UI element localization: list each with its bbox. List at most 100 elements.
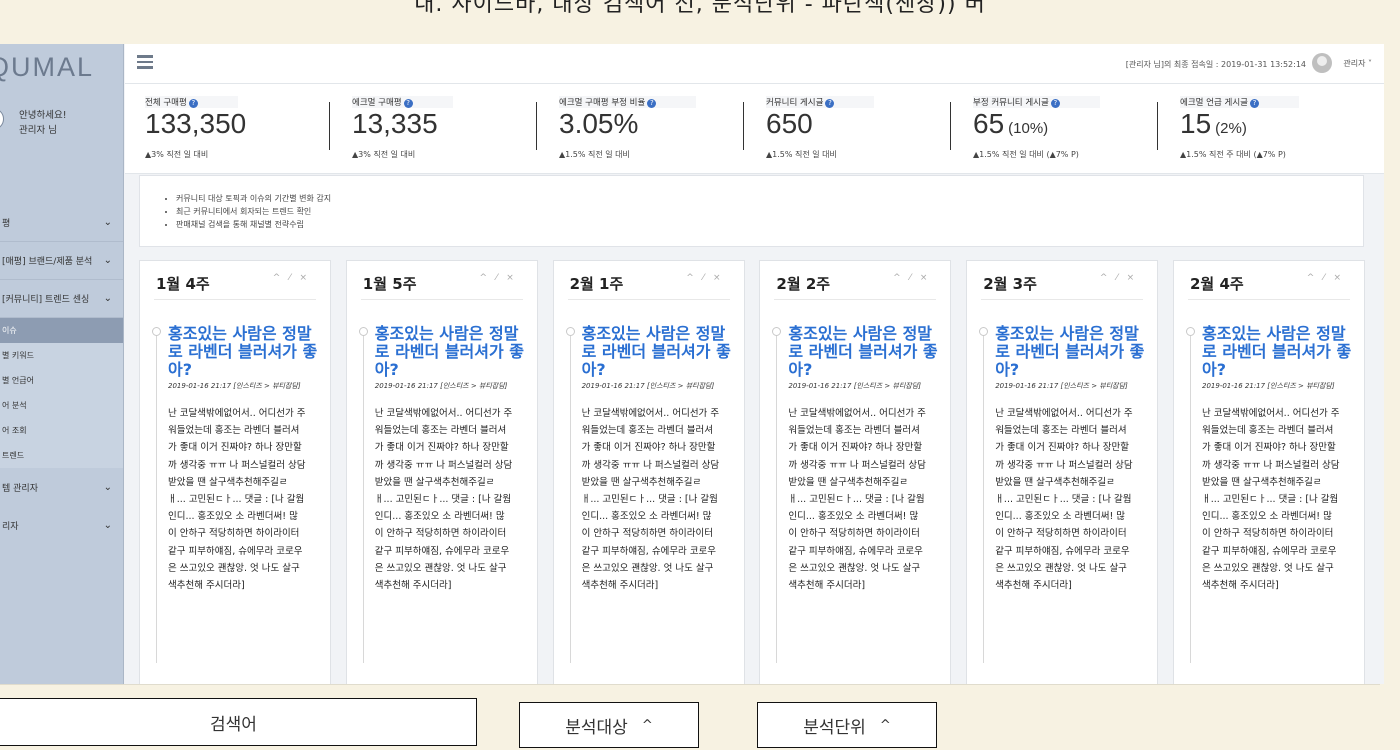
stat-brand-reviews: 에크멀 구매평? 13,335 ▲3% 직전 일 대비 (332, 84, 537, 174)
card-tools-icons[interactable]: ^ ⁄ × (479, 273, 516, 283)
sidebar-subitem-analysis[interactable]: 어 분석 (0, 393, 123, 418)
post-body: 난 코달색밖에없어서.. 어디선가 주워들었는데 홍조는 라벤더 블러셔가 좋대… (374, 408, 513, 592)
post-body: 난 코달색밖에없어서.. 어디선가 주워들었는데 홍조는 라벤더 블러셔가 좋대… (1202, 408, 1340, 592)
post-title-link[interactable]: 홍조있는 사람은 정말로 라벤더 블러셔가 좋아? (375, 325, 525, 379)
info-item: 판매채널 검색을 통해 채널별 전략수립 (176, 218, 331, 231)
sidebar-item-trend-sensing[interactable]: [커뮤니티] 트렌드 센싱 ⌄ (0, 280, 123, 318)
admin-dropdown[interactable]: 관리자 ˅ (1343, 58, 1372, 69)
post-body: 난 코달색밖에없어서.. 어디선가 주워들었는데 홍조는 라벤더 블러셔가 좋대… (168, 408, 306, 592)
card-title: 2월 4주 (1190, 275, 1244, 293)
sidebar-item-label: [커뮤니티] 트렌드 센싱 (2, 295, 90, 305)
help-icon[interactable]: ? (825, 99, 835, 108)
chevron-down-icon: ⌄ (103, 217, 112, 228)
timeline-dot-icon (979, 327, 989, 336)
sidebar-subitem-keyword[interactable]: 별 키워드 (0, 343, 123, 368)
timeline-dot-icon (1186, 327, 1195, 336)
help-icon[interactable]: ? (188, 99, 198, 108)
card-tools-icons[interactable]: ^ ⁄ × (1100, 273, 1137, 283)
stat-change: ▲1.5% 직전 일 대비 (559, 150, 630, 159)
card-tools-icons[interactable]: ^ ⁄ × (273, 273, 310, 283)
sidebar-subitem-issue[interactable]: 이슈 (0, 318, 123, 343)
sidebar-menu: 평 ⌄ [매평] 브랜드/제품 분석 ⌄ [커뮤니티] 트렌드 센싱 ⌄ 이슈 … (0, 204, 123, 544)
post-title-link[interactable]: 홍조있는 사람은 정말로 라벤더 블러셔가 좋아? (995, 325, 1145, 379)
card-title: 2월 3주 (983, 275, 1037, 293)
stat-label: 에크멀 언급 게시글? (1180, 96, 1299, 108)
card-tools-icons[interactable]: ^ ⁄ × (893, 273, 930, 283)
card-title: 2월 2주 (776, 275, 831, 293)
card-header: 2월 2주 ^ ⁄ × (760, 261, 950, 301)
help-icon[interactable]: ? (647, 99, 657, 108)
user-avatar-icon (0, 108, 4, 130)
card-header: 1월 4주 ^ ⁄ × (140, 261, 330, 301)
post-title-link[interactable]: 홍조있는 사람은 정말로 라벤더 블러셔가 좋아? (168, 325, 318, 379)
sidebar-item-admin[interactable]: 리자 ⌄ (0, 506, 123, 544)
topbar: [관리자 님]의 최종 접속일 : 2019-01-31 13:52:14 관리… (125, 44, 1384, 84)
card-tools-icons[interactable]: ^ ⁄ × (1307, 273, 1344, 283)
stat-change: ▲3% 직전 일 대비 (145, 150, 209, 159)
post-body: 난 코달색밖에없어서.. 어디선가 주워들었는데 홍조는 라벤더 블러셔가 좋대… (788, 408, 926, 592)
stat-label: 전체 구매평? (145, 96, 238, 108)
sidebar-item-system-admin[interactable]: 템 관리자 ⌄ (0, 468, 123, 506)
week-cards: 1월 4주 ^ ⁄ × 홍조있는 사람은 정말로 라벤더 블러셔가 좋아? 2019-… (139, 260, 1379, 684)
help-icon[interactable]: ? (403, 99, 413, 108)
stats-bar: 전체 구매평? 133,350 ▲3% 직전 일 대비 에크멀 구매평? 13,… (125, 84, 1384, 174)
analysis-unit-dropdown[interactable]: 분석단위 ^ (757, 702, 937, 748)
sidebar-subitem-lookup[interactable]: 어 조회 (0, 418, 123, 443)
admin-avatar[interactable] (1312, 53, 1332, 73)
help-icon[interactable]: ? (1249, 99, 1259, 108)
sidebar-item-review[interactable]: 평 ⌄ (0, 204, 123, 242)
card-title: 1월 4주 (156, 275, 210, 293)
post-title-link[interactable]: 홍조있는 사람은 정말로 라벤더 블러셔가 좋아? (1202, 325, 1352, 379)
sidebar-item-label: 리자 (2, 521, 19, 532)
stat-value: 65 (10%) (973, 108, 1049, 139)
timeline-line (983, 333, 985, 663)
stat-change: ▲1.5% 직전 주 대비 (▲7% P) (1180, 150, 1286, 159)
stat-change: ▲3% 직전 일 대비 (352, 150, 416, 159)
post-title-link[interactable]: 홍조있는 사람은 정말로 라벤더 블러셔가 좋아? (788, 325, 938, 379)
help-icon[interactable]: ? (1050, 99, 1060, 108)
post-meta: 2019-01-16 21:17 [인스티즈 > 뷰티잡담] (1202, 382, 1335, 390)
stat-label: 에크멀 구매평 부정 비율? (559, 96, 697, 108)
timeline-dot-icon (772, 327, 782, 336)
chevron-down-icon: ⌄ (103, 481, 112, 493)
search-keyword-label: 검색어 (210, 714, 257, 735)
stat-negative-ratio: 에크멀 구매평 부정 비율? 3.05% ▲1.5% 직전 일 대비 (539, 84, 744, 174)
card-header: 1월 5주 ^ ⁄ × (347, 261, 537, 301)
stat-negative-posts: 부정 커뮤니티 게시글? 65 (10%) ▲1.5% 직전 일 대비 (▲7% … (953, 84, 1158, 174)
stat-total-reviews: 전체 구매평? 133,350 ▲3% 직전 일 대비 (125, 84, 330, 174)
stat-label: 에크멀 구매평? (352, 96, 453, 108)
stat-label: 부정 커뮤니티 게시글? (973, 96, 1100, 108)
sidebar-submenu: 이슈 별 키워드 별 언급어 어 분석 어 조회 트렌드 (0, 318, 123, 468)
info-box: 커뮤니티 대상 토픽과 이슈의 기간별 변화 감지 최근 커뮤니티에서 회자되는… (139, 175, 1364, 247)
post-meta: 2019-01-16 21:17 [인스티즈 > 뷰티잡담] (168, 382, 301, 390)
stat-label: 커뮤니티 게시글? (766, 96, 875, 108)
main-content: [관리자 님]의 최종 접속일 : 2019-01-31 13:52:14 관리… (125, 44, 1384, 684)
sidebar-subitem-trend[interactable]: 트렌드 (0, 443, 123, 468)
last-login-text: [관리자 님]의 최종 접속일 : 2019-01-31 13:52:14 (1125, 60, 1306, 69)
sidebar-item-brand-analysis[interactable]: [매평] 브랜드/제품 분석 ⌄ (0, 242, 123, 280)
search-keyword-input[interactable]: 검색어 (0, 698, 477, 746)
card-divider (567, 299, 730, 300)
timeline-line (776, 333, 778, 663)
greeting-line-1: 안녕하세요! (19, 110, 67, 121)
app-window: QUMAL 안녕하세요! 관리자 님 평 ⌄ [매평] 브랜드/제품 분석 ⌄ … (0, 44, 1384, 684)
post-body: 난 코달색밖에없어서.. 어디선가 주워들었는데 홍조는 라벤더 블러셔가 좋대… (995, 408, 1133, 592)
card-divider (1188, 299, 1350, 300)
stat-value: 15 (2%) (1180, 108, 1247, 139)
post-meta: 2019-01-16 21:17 [인스티즈 > 뷰티잡담] (995, 382, 1128, 390)
sidebar-item-label: 템 관리자 (2, 483, 38, 494)
card-divider (360, 299, 523, 300)
sidebar-subitem-mention[interactable]: 별 언급어 (0, 368, 123, 393)
card-divider (981, 299, 1144, 300)
analysis-target-dropdown[interactable]: 분석대상 ^ (519, 702, 699, 748)
hamburger-menu-icon[interactable] (137, 55, 153, 69)
post-title-link[interactable]: 홍조있는 사람은 정말로 라벤더 블러셔가 좋아? (582, 325, 732, 379)
sidebar-item-label: 평 (2, 219, 11, 229)
card-tools-icons[interactable]: ^ ⁄ × (686, 273, 723, 283)
stat-community-posts: 커뮤니티 게시글? 650 ▲1.5% 직전 일 대비 (746, 84, 951, 174)
timeline-dot-icon (358, 327, 368, 336)
analysis-unit-label: 분석단위 (803, 717, 866, 738)
card-header: 2월 1주 ^ ⁄ × (554, 261, 744, 301)
stat-divider (743, 102, 744, 150)
analysis-target-label: 분석대상 (565, 717, 628, 738)
